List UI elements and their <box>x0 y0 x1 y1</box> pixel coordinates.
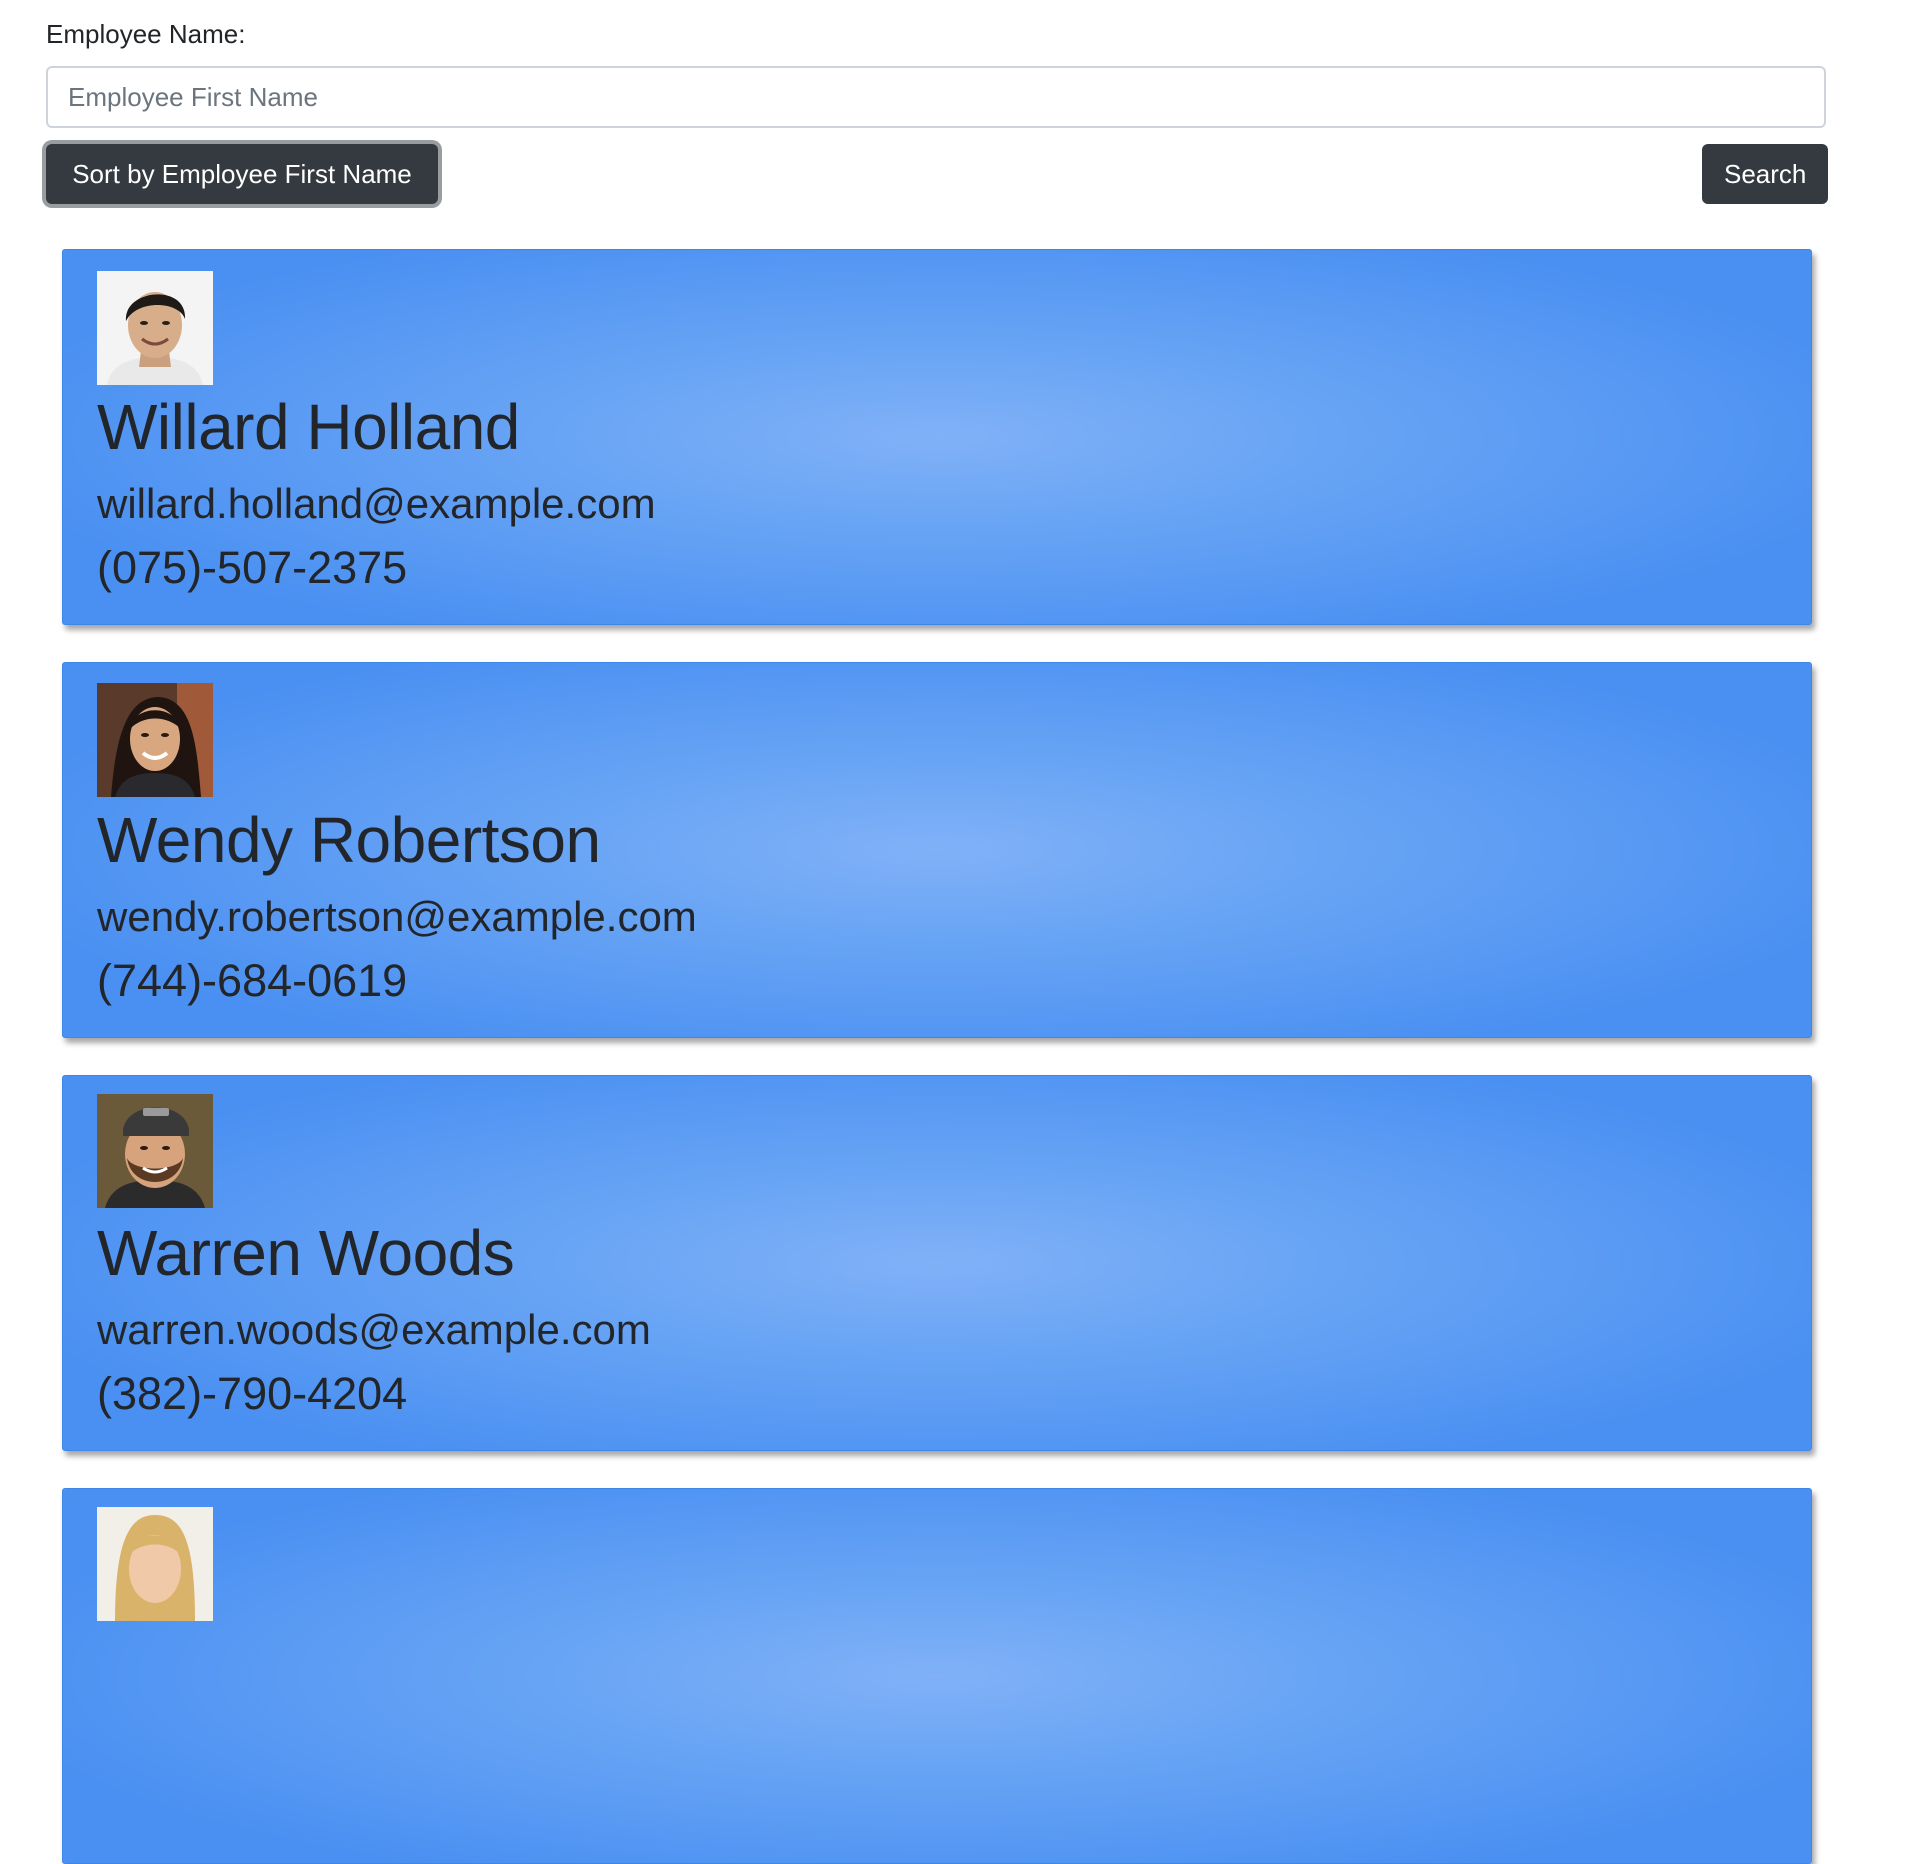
employee-name-label: Employee Name: <box>46 19 246 49</box>
search-button[interactable]: Search <box>1702 144 1828 204</box>
employee-photo <box>97 683 213 797</box>
employee-email: willard.holland@example.com <box>97 480 656 527</box>
employee-name: Warren Woods <box>97 1217 515 1289</box>
employee-name: Willard Holland <box>97 391 520 463</box>
employee-photo <box>97 1507 213 1621</box>
employee-photo <box>97 271 213 385</box>
employee-name: Wendy Robertson <box>97 804 601 876</box>
employee-card: Warren Woods warren.woods@example.com (3… <box>62 1075 1812 1451</box>
employee-photo <box>97 1094 213 1208</box>
employee-email: wendy.robertson@example.com <box>97 893 697 940</box>
employee-card: Willard Holland willard.holland@example.… <box>62 249 1812 625</box>
employee-first-name-input[interactable] <box>46 66 1826 128</box>
employee-phone: (382)-790-4204 <box>97 1368 408 1419</box>
employee-phone: (744)-684-0619 <box>97 955 408 1006</box>
employee-card: Wendy Robertson wendy.robertson@example.… <box>62 662 1812 1038</box>
employee-card <box>62 1488 1812 1864</box>
employee-phone: (075)-507-2375 <box>97 542 408 593</box>
employee-email: warren.woods@example.com <box>97 1306 651 1353</box>
sort-by-first-name-button[interactable]: Sort by Employee First Name <box>46 144 438 204</box>
